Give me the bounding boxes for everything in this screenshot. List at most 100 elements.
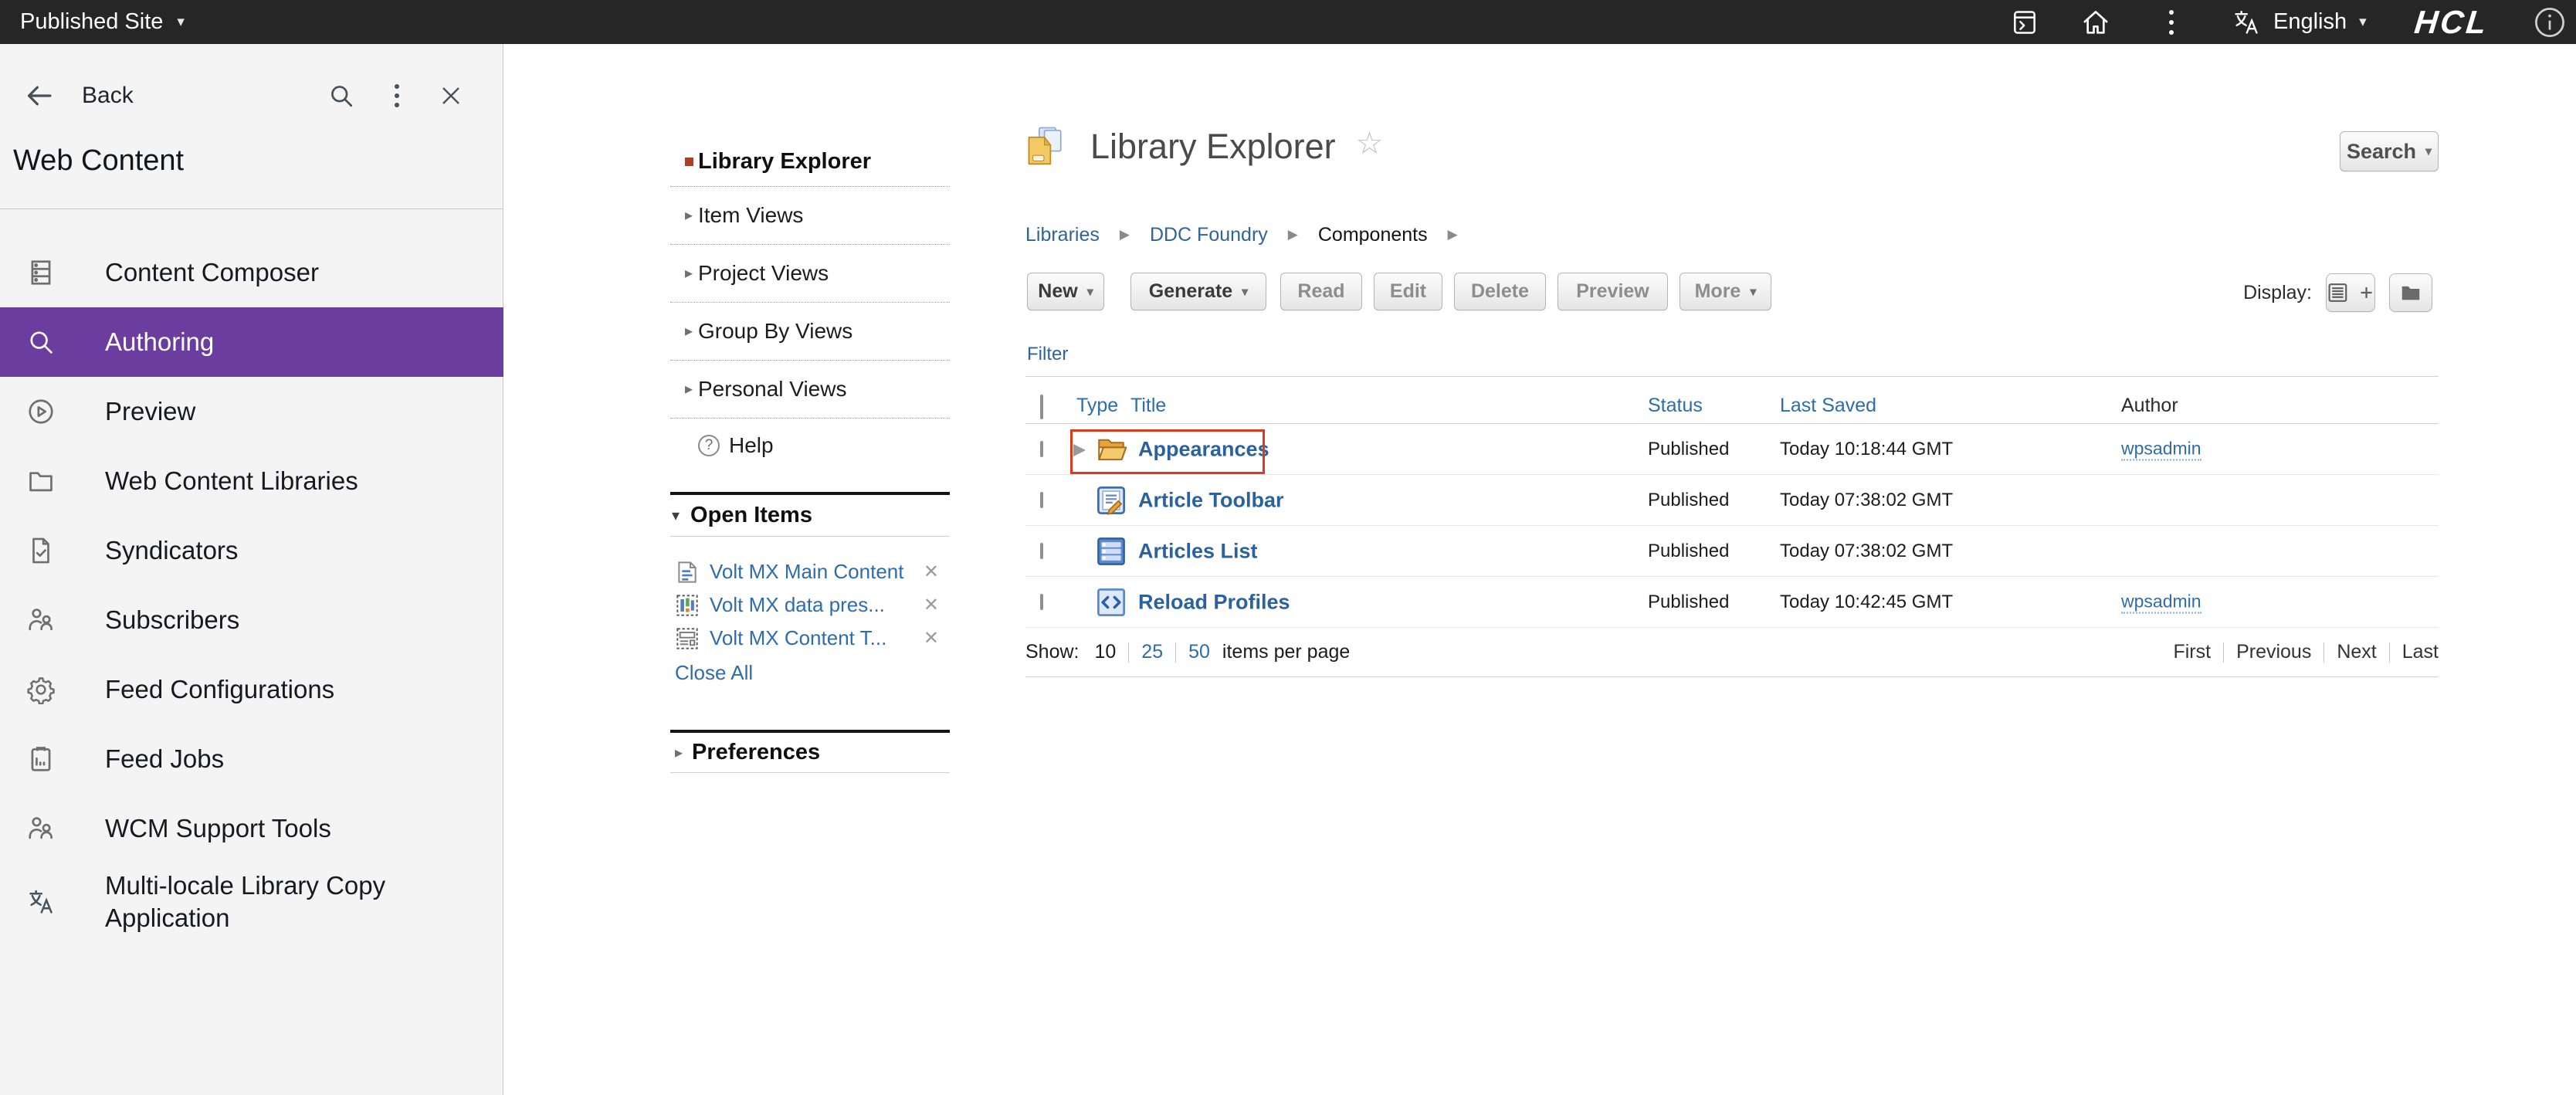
select-all-checkbox[interactable] (1040, 395, 1043, 419)
item-title-link[interactable]: Reload Profiles (1138, 590, 1290, 614)
language-selector[interactable]: English ▾ (2232, 8, 2367, 37)
applications-icon[interactable] (2009, 7, 2040, 38)
folder-icon (2399, 281, 2422, 304)
sidebar-item-multi-locale-library-copy[interactable]: Multi-locale Library Copy Application (0, 863, 503, 941)
sidebar-item-feed-configurations[interactable]: Feed Configurations (0, 655, 503, 724)
view-label: Personal Views (698, 377, 846, 402)
caret-down-icon: ▾ (1750, 284, 1756, 300)
view-group-by-views[interactable]: ▸ Group By Views (670, 303, 950, 361)
separator (2389, 642, 2390, 663)
library-explorer-icon (1025, 124, 1070, 170)
sidebar-item-web-content-libraries[interactable]: Web Content Libraries (0, 446, 503, 516)
chevron-right-icon: ▸ (685, 208, 693, 223)
topbar: Published Site ▾ English ▾ HCL (0, 0, 2576, 44)
sidebar-item-syndicators[interactable]: Syndicators (0, 516, 503, 585)
first-page-link[interactable]: First (2173, 641, 2211, 663)
more-button-label: More (1695, 280, 1741, 303)
open-item-link[interactable]: Volt MX Content T... (710, 626, 886, 650)
overflow-menu-icon[interactable] (2156, 7, 2187, 38)
open-items-header[interactable]: ▾ Open Items (670, 495, 950, 537)
help-icon: ? (698, 435, 720, 456)
item-title-link[interactable]: Articles List (1138, 539, 1258, 563)
help-link[interactable]: ? Help (670, 419, 950, 473)
open-item: Volt MX data pres... ✕ (670, 588, 950, 622)
delete-button[interactable]: Delete (1454, 273, 1546, 310)
preferences-section[interactable]: ▸ Preferences (670, 730, 950, 773)
new-button-label: New (1038, 280, 1077, 303)
view-label: Item Views (698, 203, 803, 228)
back-button[interactable]: Back (23, 80, 134, 112)
view-personal-views[interactable]: ▸ Personal Views (670, 361, 950, 419)
sidebar-item-content-composer[interactable]: Content Composer (0, 238, 503, 307)
breadcrumb-ddc-foundry[interactable]: DDC Foundry (1150, 224, 1268, 246)
view-library-explorer[interactable]: Library Explorer (670, 137, 950, 187)
item-author-link[interactable]: wpsadmin (2121, 438, 2201, 460)
column-title[interactable]: Title (1130, 395, 1166, 417)
preview-button[interactable]: Preview (1557, 273, 1668, 310)
breadcrumb-components[interactable]: Components (1318, 224, 1428, 246)
edit-button-label: Edit (1390, 280, 1426, 303)
column-status[interactable]: Status (1648, 395, 1703, 417)
site-selector[interactable]: Published Site ▾ (20, 9, 185, 35)
last-page-link[interactable]: Last (2402, 641, 2439, 663)
translate-icon (26, 887, 56, 917)
row-checkbox[interactable] (1040, 594, 1043, 610)
gear-icon (26, 675, 56, 704)
generate-button[interactable]: Generate ▾ (1130, 273, 1266, 310)
language-label: English (2273, 9, 2347, 35)
expand-chevron-icon[interactable]: ▶ (1073, 439, 1086, 459)
sidebar-item-authoring[interactable]: Authoring (0, 307, 503, 377)
item-last-saved: Today 07:38:02 GMT (1780, 541, 1953, 562)
item-last-saved: Today 07:38:02 GMT (1780, 490, 1953, 511)
previous-page-link[interactable]: Previous (2236, 641, 2311, 663)
item-title-link[interactable]: Article Toolbar (1138, 488, 1284, 512)
close-icon[interactable]: ✕ (924, 594, 939, 616)
open-item-link[interactable]: Volt MX Main Content (710, 560, 903, 584)
search-icon[interactable] (327, 82, 355, 110)
close-icon[interactable]: ✕ (924, 627, 939, 649)
favorite-star-icon[interactable]: ☆ (1356, 126, 1384, 161)
separator (1175, 642, 1176, 663)
chevron-right-icon: ▸ (685, 381, 693, 397)
view-project-views[interactable]: ▸ Project Views (670, 245, 950, 303)
display-list-view-button[interactable] (2326, 273, 2375, 312)
new-button[interactable]: New ▾ (1027, 273, 1104, 310)
close-icon[interactable] (439, 83, 463, 108)
page-size-50[interactable]: 50 (1188, 641, 1210, 663)
view-item-views[interactable]: ▸ Item Views (670, 187, 950, 245)
page-size-25[interactable]: 25 (1141, 641, 1163, 663)
home-icon[interactable] (2080, 7, 2111, 38)
sidebar-item-feed-jobs[interactable]: Feed Jobs (0, 724, 503, 794)
item-title-link[interactable]: Appearances (1138, 437, 1269, 461)
filter-link[interactable]: Filter (1027, 344, 1068, 365)
next-page-link[interactable]: Next (2337, 641, 2376, 663)
open-item-link[interactable]: Volt MX data pres... (710, 593, 885, 617)
sidebar-item-label: Content Composer (105, 256, 319, 289)
more-button[interactable]: More ▾ (1679, 273, 1771, 310)
close-all-link[interactable]: Close All (670, 655, 950, 690)
display-options: Display: (2243, 273, 2432, 312)
sidebar-item-label: Subscribers (105, 604, 239, 636)
breadcrumb-libraries[interactable]: Libraries (1025, 224, 1100, 246)
kebab-menu-icon[interactable] (392, 82, 402, 110)
search-button[interactable]: Search ▾ (2340, 131, 2439, 171)
sidebar-menu: Content Composer Authoring Preview Web C… (0, 238, 503, 941)
display-folder-view-button[interactable] (2389, 273, 2432, 312)
close-icon[interactable]: ✕ (924, 561, 939, 583)
row-checkbox[interactable] (1040, 492, 1043, 508)
column-last-saved[interactable]: Last Saved (1780, 395, 1876, 417)
plus-icon (2358, 284, 2374, 301)
play-circle-icon (26, 397, 56, 426)
sidebar-item-wcm-support-tools[interactable]: WCM Support Tools (0, 794, 503, 863)
info-icon[interactable] (2533, 5, 2567, 39)
column-type[interactable]: Type (1076, 395, 1118, 417)
row-checkbox[interactable] (1040, 543, 1043, 559)
edit-button[interactable]: Edit (1374, 273, 1442, 310)
active-bullet-icon (685, 158, 693, 166)
row-checkbox[interactable] (1040, 441, 1043, 457)
read-button[interactable]: Read (1280, 273, 1362, 310)
sidebar-item-preview[interactable]: Preview (0, 377, 503, 446)
sidebar-item-subscribers[interactable]: Subscribers (0, 585, 503, 655)
item-author-link[interactable]: wpsadmin (2121, 591, 2201, 613)
items-per-page-label: items per page (1222, 641, 1350, 663)
